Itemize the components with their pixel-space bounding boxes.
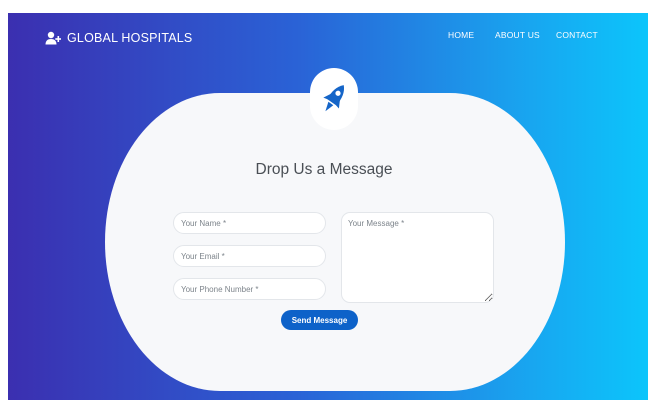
nav-contact-link[interactable]: CONTACT xyxy=(556,29,598,41)
contact-card xyxy=(105,93,565,391)
email-field[interactable] xyxy=(173,245,326,267)
rocket-badge xyxy=(310,68,358,130)
form-title: Drop Us a Message xyxy=(255,161,393,178)
main-nav: HOME ABOUT US CONTACT xyxy=(0,29,648,43)
nav-home-link[interactable]: HOME xyxy=(448,29,474,41)
rocket-icon xyxy=(323,85,345,112)
nav-about-link[interactable]: ABOUT US xyxy=(495,29,540,41)
name-field[interactable] xyxy=(173,212,326,234)
phone-field[interactable] xyxy=(173,278,326,300)
send-message-button[interactable]: Send Message xyxy=(281,310,358,330)
message-field[interactable] xyxy=(341,212,494,303)
